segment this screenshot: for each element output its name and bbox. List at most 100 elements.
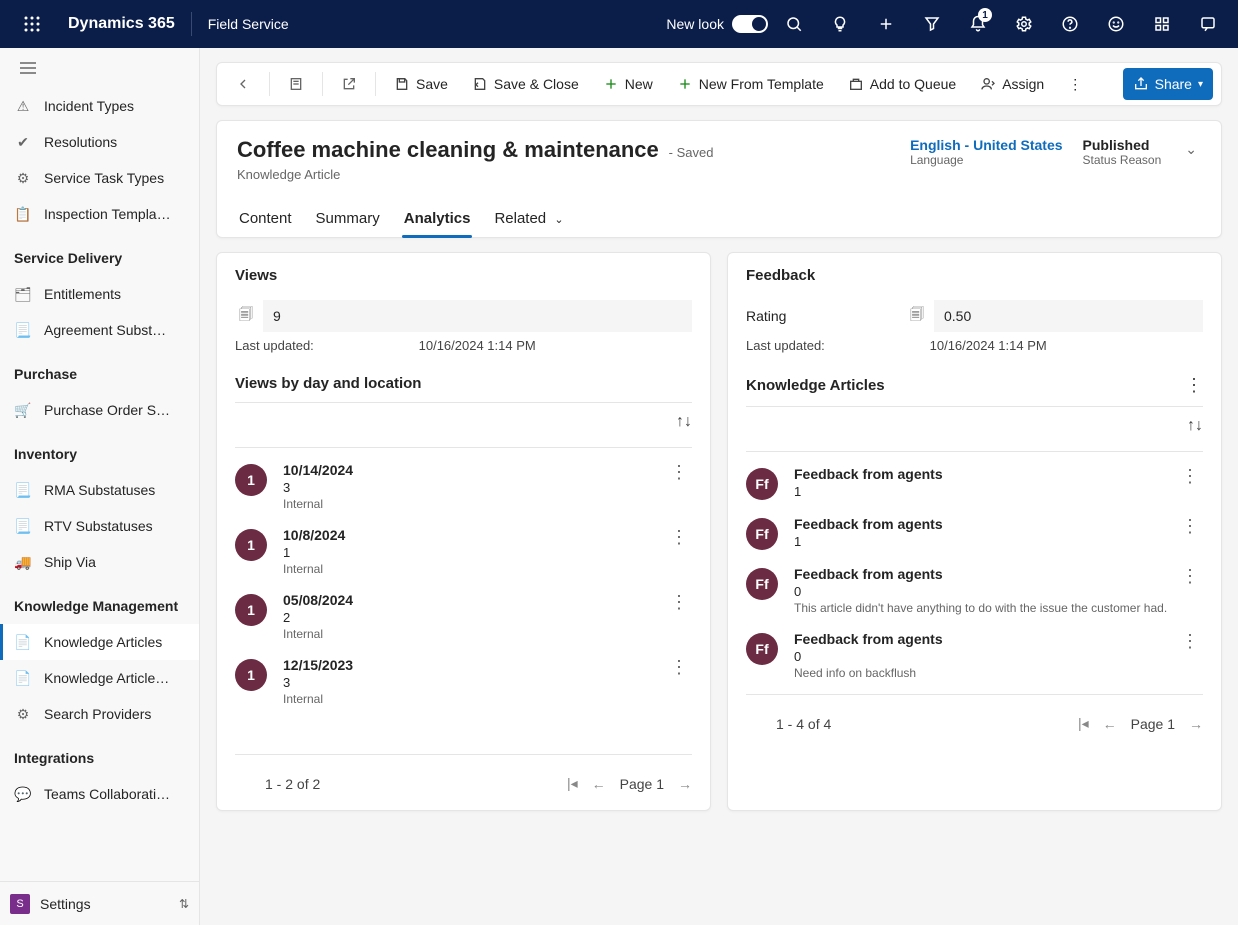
feedback-list-item[interactable]: Ff Feedback from agents 0 This article d… <box>746 558 1203 623</box>
nav-label: Inspection Templa… <box>44 206 171 222</box>
item-score: 0 <box>794 584 1177 599</box>
first-page-button[interactable]: |◂ <box>567 775 578 792</box>
next-page-button[interactable]: → <box>1189 716 1203 732</box>
nav-icon: 📄 <box>14 634 32 651</box>
views-list-item[interactable]: 1 10/14/2024 3 Internal ⋮ <box>235 454 692 519</box>
nav-item[interactable]: ⚙ Search Providers <box>0 696 199 732</box>
filter-button[interactable] <box>910 0 954 48</box>
item-more[interactable]: ⋮ <box>666 592 692 613</box>
tab-label: Content <box>239 210 292 227</box>
new-look-toggle[interactable]: New look <box>666 15 768 33</box>
share-button[interactable]: Share▾ <box>1123 68 1213 100</box>
settings-button[interactable] <box>1002 0 1046 48</box>
toggle-switch[interactable] <box>732 15 768 33</box>
nav-item[interactable]: ⚠Incident Types <box>0 88 199 124</box>
nav-label: Search Providers <box>44 706 151 722</box>
sort-button[interactable]: ↑↓ <box>1187 417 1203 435</box>
record-set-button[interactable] <box>278 68 314 100</box>
add-button[interactable] <box>864 0 908 48</box>
feedback-list-more[interactable]: ⋮ <box>1185 375 1203 396</box>
nav-item[interactable]: ⚙Service Task Types <box>0 160 199 196</box>
command-bar: Save Save & Close New New From Template … <box>216 62 1222 106</box>
views-count: 9 <box>263 300 692 332</box>
feedback-list-item[interactable]: Ff Feedback from agents 1 ⋮ <box>746 508 1203 558</box>
item-more[interactable]: ⋮ <box>1177 631 1203 652</box>
item-source: Internal <box>283 562 666 576</box>
feedback-list-item[interactable]: Ff Feedback from agents 0 Need info on b… <box>746 623 1203 688</box>
add-to-queue-button[interactable]: Add to Queue <box>838 68 966 100</box>
nav-label: Entitlements <box>44 286 121 302</box>
new-from-template-button[interactable]: New From Template <box>667 68 834 100</box>
nav-label: Agreement Subst… <box>44 322 166 338</box>
save-button[interactable]: Save <box>384 68 458 100</box>
views-list-item[interactable]: 1 12/15/2023 3 Internal ⋮ <box>235 649 692 714</box>
nav-item[interactable]: 📃RTV Substatuses <box>0 508 199 544</box>
nav-item[interactable]: 📃RMA Substatuses <box>0 472 199 508</box>
item-date: 10/14/2024 <box>283 462 666 478</box>
nav-item[interactable]: 📄Knowledge Article… <box>0 660 199 696</box>
header-expand[interactable]: ⌄ <box>1181 137 1201 162</box>
sort-button[interactable]: ↑↓ <box>676 413 692 431</box>
list-icon <box>288 76 304 92</box>
nav-collapse-button[interactable] <box>0 48 199 88</box>
area-switcher[interactable]: S Settings ⇅ <box>0 881 199 925</box>
nav-icon: ⚙ <box>14 706 32 723</box>
divider <box>191 12 192 36</box>
views-title: Views <box>235 267 692 284</box>
tab[interactable]: Related ⌄ <box>492 200 565 237</box>
search-button[interactable] <box>772 0 816 48</box>
back-button[interactable] <box>225 68 261 100</box>
nav-label: Ship Via <box>44 554 96 570</box>
app-launcher[interactable] <box>8 16 56 32</box>
insights-button[interactable] <box>818 0 862 48</box>
nav-item[interactable]: ✔Resolutions <box>0 124 199 160</box>
prev-page-button[interactable]: ← <box>1103 716 1117 732</box>
apps-button[interactable] <box>1140 0 1184 48</box>
feedback-button[interactable] <box>1094 0 1138 48</box>
save-close-button[interactable]: Save & Close <box>462 68 589 100</box>
views-list-item[interactable]: 1 10/8/2024 1 Internal ⋮ <box>235 519 692 584</box>
new-button[interactable]: New <box>593 68 663 100</box>
item-source: Internal <box>283 627 666 641</box>
area-initial: S <box>10 894 30 914</box>
item-more[interactable]: ⋮ <box>1177 516 1203 537</box>
nav-item[interactable]: 📄Knowledge Articles <box>0 624 199 660</box>
item-more[interactable]: ⋮ <box>666 462 692 483</box>
language-value: English - United States <box>910 137 1062 153</box>
top-icons: 1 <box>772 0 1230 48</box>
nav-icon: 📃 <box>14 482 32 499</box>
views-list-item[interactable]: 1 05/08/2024 2 Internal ⋮ <box>235 584 692 649</box>
nav-label: RTV Substatuses <box>44 518 153 534</box>
item-more[interactable]: ⋮ <box>666 527 692 548</box>
nav-item[interactable]: 🛒Purchase Order S… <box>0 392 199 428</box>
status-field[interactable]: Published Status Reason <box>1083 137 1162 167</box>
nav-item[interactable]: 🚚Ship Via <box>0 544 199 580</box>
item-source: Internal <box>283 692 666 706</box>
tab[interactable]: Content <box>237 200 294 237</box>
item-title: Feedback from agents <box>794 566 1177 582</box>
assign-button[interactable]: Assign <box>970 68 1054 100</box>
popout-button[interactable] <box>331 68 367 100</box>
nav-item[interactable]: 💬Teams Collaborati… <box>0 776 199 812</box>
nav-item[interactable]: 📃Agreement Subst… <box>0 312 199 348</box>
item-title: Feedback from agents <box>794 516 1177 532</box>
first-page-button[interactable]: |◂ <box>1078 715 1089 732</box>
views-panel: Views 🗐 9 Last updated: 10/16/2024 1:14 … <box>216 252 711 811</box>
overflow-button[interactable]: ⋮ <box>1058 68 1092 100</box>
feedback-list-item[interactable]: Ff Feedback from agents 1 ⋮ <box>746 458 1203 508</box>
tab[interactable]: Analytics <box>402 200 473 237</box>
item-more[interactable]: ⋮ <box>666 657 692 678</box>
nav-item[interactable]: 🗂Entitlements <box>0 276 199 312</box>
assign-label: Assign <box>1002 76 1044 92</box>
item-more[interactable]: ⋮ <box>1177 466 1203 487</box>
language-field[interactable]: English - United States Language <box>910 137 1062 167</box>
next-page-button[interactable]: → <box>678 776 692 792</box>
prev-page-button[interactable]: ← <box>592 776 606 792</box>
notifications-button[interactable]: 1 <box>956 0 1000 48</box>
item-more[interactable]: ⋮ <box>1177 566 1203 587</box>
nav-item[interactable]: 📋Inspection Templa… <box>0 196 199 232</box>
item-badge: 1 <box>235 529 267 561</box>
assistant-button[interactable] <box>1186 0 1230 48</box>
help-button[interactable] <box>1048 0 1092 48</box>
tab[interactable]: Summary <box>314 200 382 237</box>
